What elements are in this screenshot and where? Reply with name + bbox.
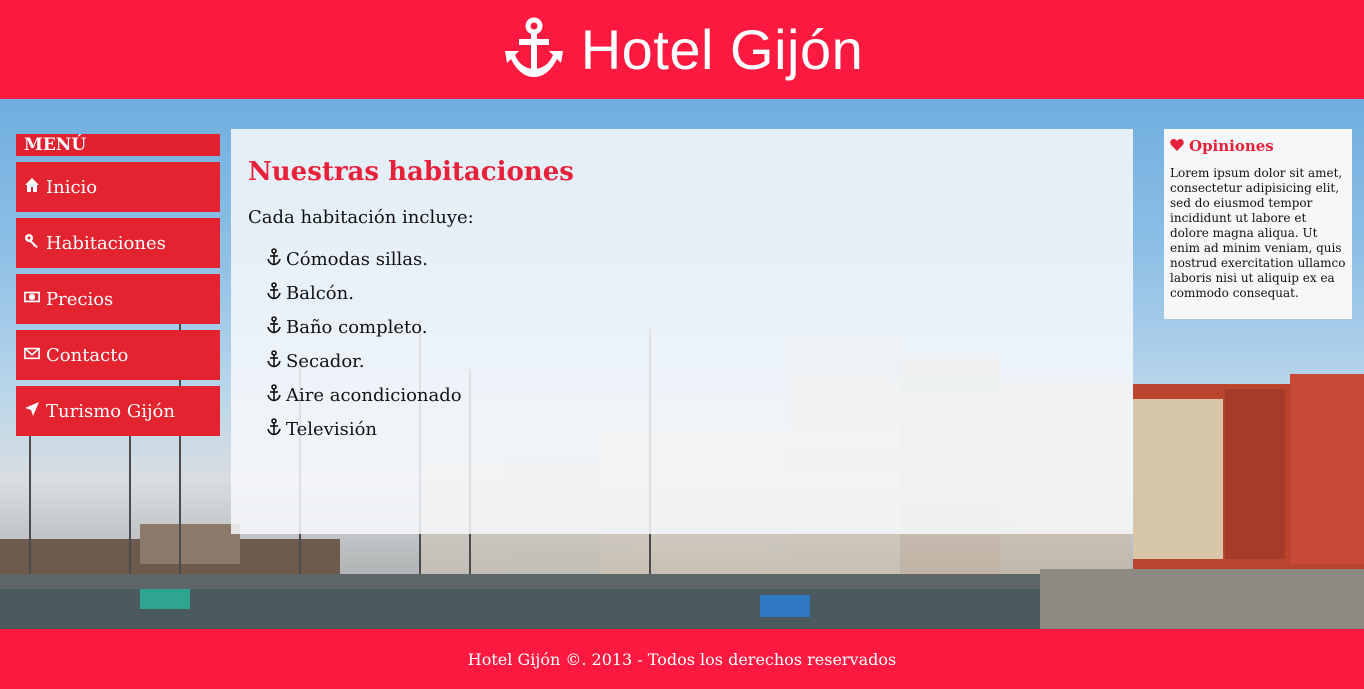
site-title: Hotel Gijón (580, 18, 864, 81)
copyright-text: Hotel Gijón ©. 2013 - Todos los derechos… (467, 649, 897, 669)
home-icon (24, 177, 40, 198)
menu-item-label: Contacto (46, 344, 129, 366)
list-item-text: Balcón. (286, 282, 354, 304)
menu-item-contacto[interactable]: Contacto (16, 330, 220, 380)
menu-item-turismo[interactable]: Turismo Gijón (16, 386, 220, 436)
main-menu: MENÚ Inicio Habitaciones Precios Contact… (16, 134, 220, 442)
menu-item-label: Precios (46, 288, 114, 310)
list-item: Aire acondicionado (266, 378, 1116, 412)
money-icon (24, 289, 40, 310)
reviews-title-text: Opiniones (1189, 137, 1274, 155)
anchor-icon (266, 349, 282, 373)
list-item: Balcón. (266, 276, 1116, 310)
brand[interactable]: Hotel Gijón (501, 17, 864, 83)
intro-text: Cada habitación incluye: (248, 207, 474, 228)
list-item: Secador. (266, 344, 1116, 378)
menu-title: MENÚ (16, 134, 220, 156)
key-icon (24, 233, 40, 254)
anchor-icon (266, 315, 282, 339)
list-item: Baño completo. (266, 310, 1116, 344)
page-title: Nuestras habitaciones (248, 157, 574, 187)
list-item-text: Baño completo. (286, 316, 428, 338)
amenities-list: Cómodas sillas. Balcón. Baño completo. S… (248, 242, 1116, 446)
menu-item-habitaciones[interactable]: Habitaciones (16, 218, 220, 268)
envelope-icon (24, 345, 40, 366)
menu-item-precios[interactable]: Precios (16, 274, 220, 324)
list-item-text: Aire acondicionado (286, 384, 462, 406)
menu-item-inicio[interactable]: Inicio (16, 162, 220, 212)
list-item-text: Cómodas sillas. (286, 248, 428, 270)
reviews-panel: Opiniones Lorem ipsum dolor sit amet, co… (1164, 129, 1352, 319)
list-item-text: Secador. (286, 350, 365, 372)
reviews-text: Lorem ipsum dolor sit amet, consectetur … (1170, 166, 1346, 300)
anchor-icon (266, 383, 282, 407)
list-item: Cómodas sillas. (266, 242, 1116, 276)
anchor-icon (266, 247, 282, 271)
site-header: Hotel Gijón (0, 0, 1364, 99)
site-footer: Hotel Gijón ©. 2013 - Todos los derechos… (0, 629, 1364, 689)
menu-item-label: Inicio (46, 176, 98, 198)
anchor-icon (501, 17, 567, 83)
heart-icon (1170, 137, 1184, 155)
list-item-text: Televisión (286, 418, 378, 440)
menu-item-label: Turismo Gijón (46, 400, 175, 422)
anchor-icon (266, 281, 282, 305)
anchor-icon (266, 417, 282, 441)
main-content: Nuestras habitaciones Cada habitación in… (231, 129, 1133, 534)
menu-item-label: Habitaciones (46, 232, 166, 254)
list-item: Televisión (266, 412, 1116, 446)
location-arrow-icon (24, 401, 40, 422)
reviews-title: Opiniones (1170, 137, 1346, 155)
